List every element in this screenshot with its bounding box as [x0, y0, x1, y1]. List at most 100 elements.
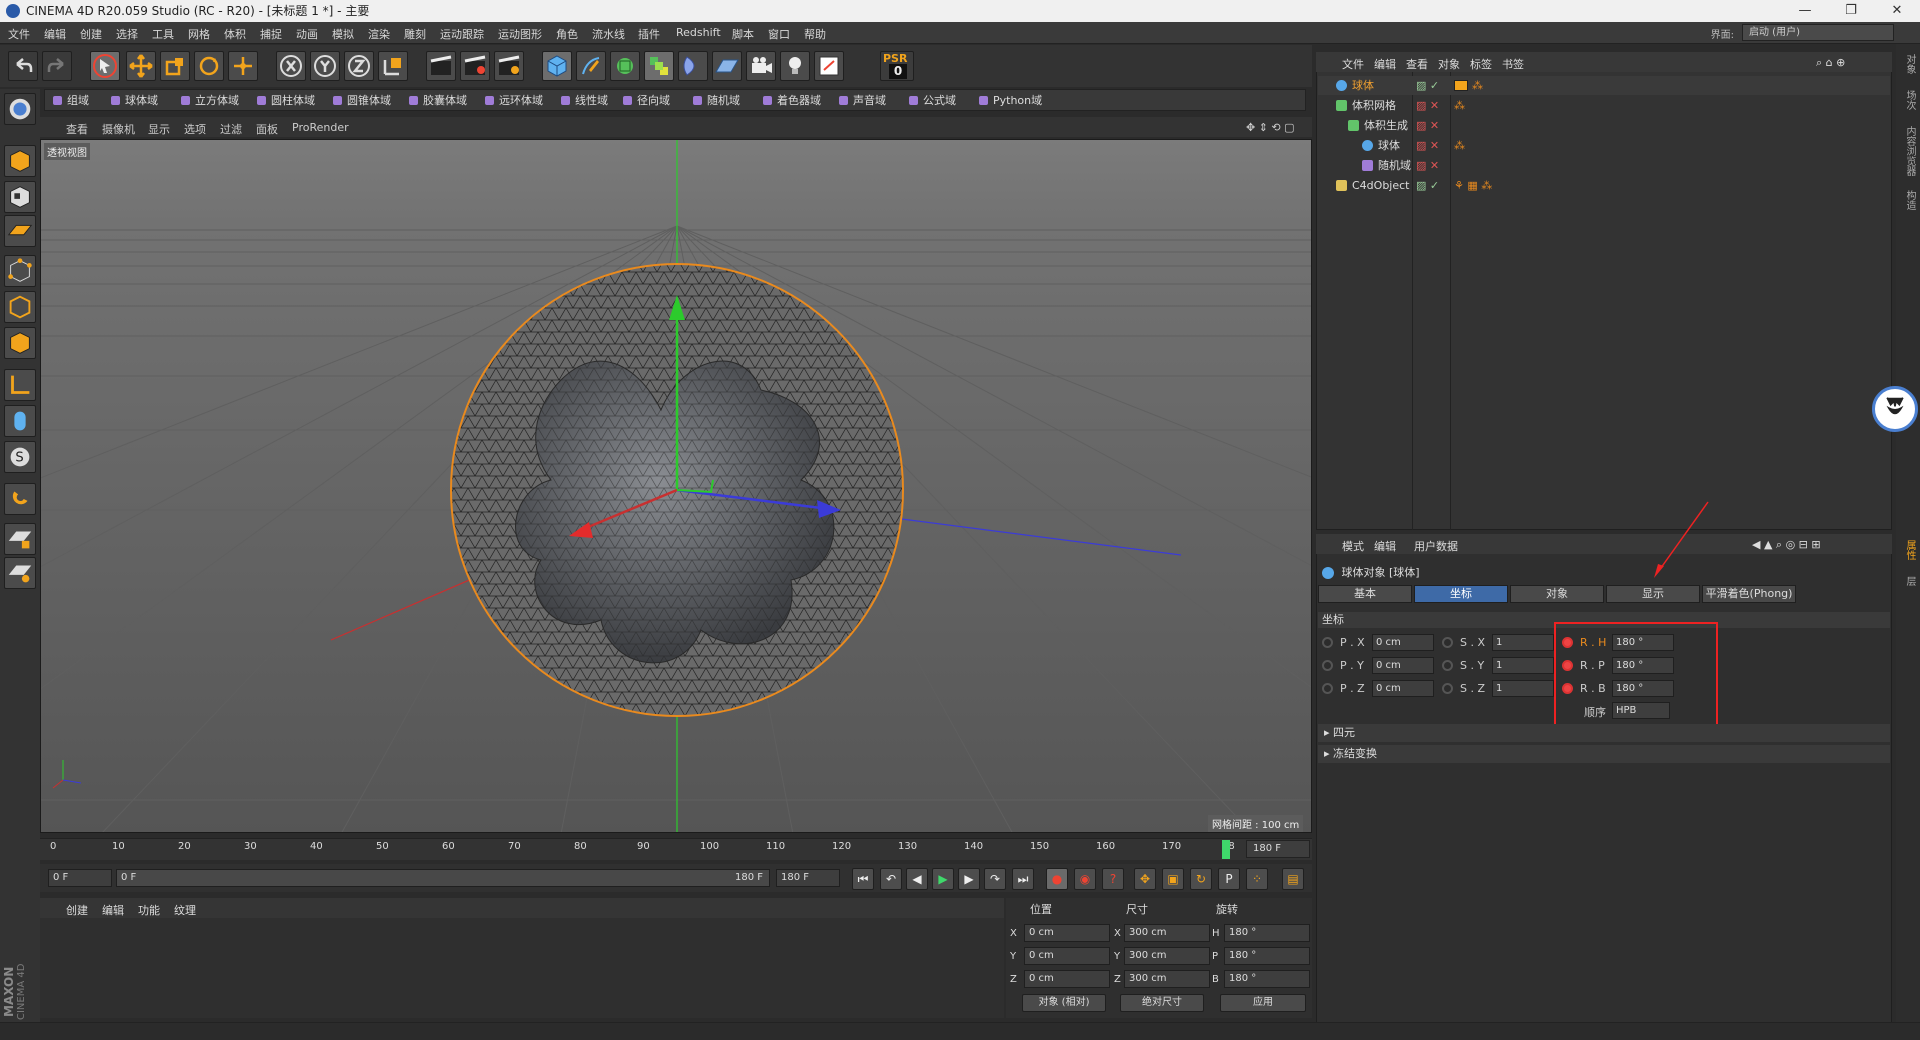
object-tags-icon[interactable]: ⚘ ▦ ⁂ [1454, 176, 1492, 195]
menu-script[interactable]: 脚本 [732, 26, 754, 42]
viewport-menu-display[interactable]: 显示 [148, 121, 170, 137]
random-field-button[interactable]: 随机域 [689, 92, 740, 109]
s-y-field[interactable]: 1 [1492, 657, 1554, 674]
minimize-button[interactable]: — [1782, 0, 1828, 22]
viewport-nav-icons[interactable]: ✥ ⇕ ⟲ ▢ [1246, 121, 1295, 134]
previous-frame-icon[interactable]: ◀ [906, 868, 928, 890]
previous-key-icon[interactable]: ↶ [880, 868, 902, 890]
scale-tool-icon[interactable] [160, 51, 190, 81]
perspective-viewport[interactable] [40, 139, 1312, 833]
quaternion-section[interactable]: ▸ 四元 [1318, 724, 1890, 742]
visibility-x-icon[interactable]: ▨ ✕ [1416, 96, 1439, 115]
torus-field-button[interactable]: 远环体域 [481, 92, 543, 109]
size-z-field[interactable]: 300 cm [1124, 970, 1210, 988]
om-menu-objects[interactable]: 对象 [1438, 56, 1460, 72]
menu-render[interactable]: 渲染 [368, 26, 390, 42]
formula-field-button[interactable]: 公式域 [905, 92, 956, 109]
om-menu-bookmarks[interactable]: 书签 [1502, 56, 1524, 72]
menu-volume[interactable]: 体积 [224, 26, 246, 42]
camera-icon[interactable] [746, 51, 776, 81]
viewport-menu-camera[interactable]: 摄像机 [102, 121, 135, 137]
start-frame-field[interactable]: 0 F [48, 869, 112, 887]
om-menu-edit[interactable]: 编辑 [1374, 56, 1396, 72]
points-mode-icon[interactable] [4, 255, 36, 287]
strip-tab-structure[interactable]: 构造 [1899, 190, 1917, 210]
select-tool-icon[interactable] [90, 51, 120, 81]
strip-tab-attributes[interactable]: 属性 [1899, 540, 1917, 560]
visibility-check-icon[interactable]: ▨ ✓ [1416, 176, 1439, 195]
p-x-field[interactable]: 0 cm [1372, 634, 1434, 651]
material-tag-icon[interactable]: ⁂ [1472, 76, 1483, 95]
tab-object[interactable]: 对象 [1510, 585, 1604, 603]
am-menu-user-data[interactable]: 用户数据 [1414, 538, 1458, 554]
make-editable-icon[interactable] [4, 93, 36, 125]
capsule-field-button[interactable]: 胶囊体域 [405, 92, 467, 109]
menu-motion-tracking[interactable]: 运动跟踪 [440, 26, 484, 42]
edges-mode-icon[interactable] [4, 291, 36, 323]
menu-pipeline[interactable]: 流水线 [592, 26, 625, 42]
object-row[interactable]: 随机域 ▨ ✕ [1318, 156, 1890, 175]
menu-create[interactable]: 创建 [80, 26, 102, 42]
subdivision-surface-icon[interactable] [610, 51, 640, 81]
layout-select[interactable]: 启动 (用户) [1742, 24, 1894, 41]
menu-plugins[interactable]: 插件 [638, 26, 660, 42]
menu-mograph[interactable]: 运动图形 [498, 26, 542, 42]
visibility-x-icon[interactable]: ▨ ✕ [1416, 136, 1439, 155]
animate-radio[interactable] [1442, 637, 1453, 648]
menu-file[interactable]: 文件 [8, 26, 30, 42]
menu-simulate[interactable]: 模拟 [332, 26, 354, 42]
cube-object-icon[interactable] [542, 51, 572, 81]
menu-help[interactable]: 帮助 [804, 26, 826, 42]
object-row[interactable]: 体积生成 ▨ ✕ [1318, 116, 1890, 135]
shader-field-button[interactable]: 着色器域 [759, 92, 821, 109]
close-button[interactable]: ✕ [1874, 0, 1920, 22]
psr-icon[interactable]: PSR 0 [880, 51, 914, 81]
size-y-field[interactable]: 300 cm [1124, 947, 1210, 965]
cone-field-button[interactable]: 圆锥体域 [329, 92, 391, 109]
z-axis-lock-icon[interactable] [344, 51, 374, 81]
sphere-field-button[interactable]: 球体域 [107, 92, 158, 109]
snap-icon[interactable] [4, 483, 36, 515]
key-position-icon[interactable]: ✥ [1134, 868, 1156, 890]
redo-icon[interactable] [42, 51, 72, 81]
material-menu-texture[interactable]: 纹理 [174, 902, 196, 918]
menu-tools[interactable]: 工具 [152, 26, 174, 42]
preview-range-slider[interactable]: 0 F 180 F [116, 869, 770, 887]
next-frame-icon[interactable]: ▶ [958, 868, 980, 890]
floor-environment-icon[interactable] [712, 51, 742, 81]
x-axis-lock-icon[interactable] [276, 51, 306, 81]
maximize-button[interactable]: ❐ [1828, 0, 1874, 22]
record-active-icon[interactable]: ● [1046, 868, 1068, 890]
menu-sculpt[interactable]: 雕刻 [404, 26, 426, 42]
timeline-ruler[interactable]: 0 10 20 30 40 50 60 70 80 90 100 110 120… [40, 838, 1312, 860]
material-menu-function[interactable]: 功能 [138, 902, 160, 918]
object-row[interactable]: C4dObject ▨ ✓ ⚘ ▦ ⁂ [1318, 176, 1890, 195]
cylinder-field-button[interactable]: 圆柱体域 [253, 92, 315, 109]
animate-radio[interactable] [1442, 660, 1453, 671]
size-mode-select[interactable]: 绝对尺寸 [1120, 994, 1204, 1012]
strip-tab-takes[interactable]: 场次 [1899, 90, 1917, 110]
key-rotation-icon[interactable]: ↻ [1190, 868, 1212, 890]
go-to-end-icon[interactable]: ⏭ [1012, 868, 1034, 890]
menu-character[interactable]: 角色 [556, 26, 578, 42]
timeline-playhead[interactable] [1222, 840, 1230, 859]
visibility-check-icon[interactable]: ▨ ✓ [1416, 76, 1439, 95]
go-to-start-icon[interactable]: ⏮ [852, 868, 874, 890]
viewport-menu-view[interactable]: 查看 [66, 121, 88, 137]
viewport-menu-options[interactable]: 选项 [184, 121, 206, 137]
coordinate-mode-select[interactable]: 对象 (相对) [1022, 994, 1106, 1012]
s-x-field[interactable]: 1 [1492, 634, 1554, 651]
om-search-icon[interactable]: ⌕ ⌂ ⊕ [1816, 56, 1845, 70]
viewport-menu-prorender[interactable]: ProRender [292, 121, 349, 134]
position-x-field[interactable]: 0 cm [1024, 924, 1110, 942]
timeline-window-icon[interactable]: ▤ [1282, 868, 1304, 890]
keyframe-selection-icon[interactable]: ? [1102, 868, 1124, 890]
animate-radio[interactable] [1322, 660, 1333, 671]
om-menu-file[interactable]: 文件 [1342, 56, 1364, 72]
position-y-field[interactable]: 0 cm [1024, 947, 1110, 965]
menu-redshift[interactable]: Redshift [676, 26, 721, 39]
sound-field-button[interactable]: 声音域 [835, 92, 886, 109]
tab-basic[interactable]: 基本 [1318, 585, 1412, 603]
viewport-menu-filter[interactable]: 过滤 [220, 121, 242, 137]
material-tag-icon[interactable]: ⁂ [1454, 136, 1465, 155]
